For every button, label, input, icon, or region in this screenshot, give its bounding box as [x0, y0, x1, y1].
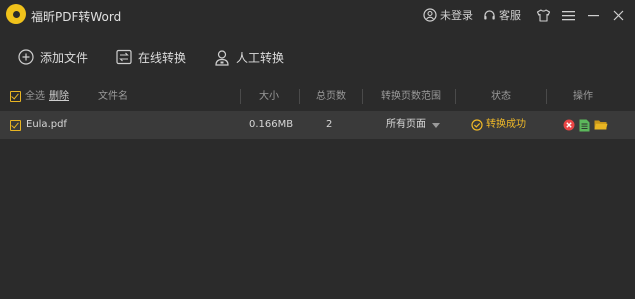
checkbox-icon — [10, 91, 21, 102]
column-header-page-range: 转换页数范围 — [381, 91, 441, 102]
column-header-actions: 操作 — [573, 91, 593, 102]
check-circle-icon — [471, 119, 483, 131]
toolbar: 添加文件 在线转换 人工转换 — [0, 38, 294, 76]
manual-convert-label: 人工转换 — [236, 50, 285, 65]
title-bar: 福昕PDF转Word 未登录 客服 — [0, 0, 635, 30]
column-header-filename: 文件名 — [98, 91, 128, 102]
customer-service-link[interactable]: 客服 — [483, 7, 521, 23]
page-range-value: 所有页面 — [386, 119, 426, 130]
table-header: 全选 删除 文件名 大小 总页数 转换页数范围 状态 操作 — [0, 86, 635, 107]
open-folder-button[interactable] — [594, 119, 608, 131]
manual-convert-button[interactable]: 人工转换 — [214, 49, 284, 66]
login-link[interactable]: 未登录 — [423, 7, 473, 23]
select-all-label: 全选 — [25, 91, 45, 102]
app-title: 福昕PDF转Word — [31, 10, 122, 24]
online-convert-label: 在线转换 — [138, 50, 187, 65]
minimize-icon — [588, 14, 599, 16]
table-row[interactable]: Eula.pdf 0.166MB 2 所有页面 转换成功 — [0, 111, 635, 139]
row-size: 0.166MB — [249, 119, 294, 130]
page-range-dropdown[interactable]: 所有页面 — [386, 111, 440, 139]
user-icon — [423, 8, 437, 22]
add-file-label: 添加文件 — [40, 50, 89, 65]
titlebar-controls: 未登录 客服 — [423, 0, 635, 30]
row-total-pages: 2 — [326, 119, 333, 130]
delete-row-button[interactable] — [563, 119, 575, 131]
person-service-icon — [215, 49, 229, 66]
close-button[interactable] — [606, 3, 631, 27]
row-checkbox[interactable] — [10, 111, 21, 139]
plus-circle-icon — [18, 49, 34, 65]
checkbox-icon — [10, 119, 21, 131]
close-icon — [613, 10, 624, 20]
select-all-checkbox[interactable]: 全选 — [10, 86, 45, 107]
add-file-button[interactable]: 添加文件 — [18, 49, 88, 66]
delete-link[interactable]: 删除 — [49, 86, 69, 107]
convert-icon — [116, 49, 132, 65]
column-divider — [299, 89, 300, 104]
headset-icon — [484, 9, 495, 19]
column-divider — [362, 89, 363, 104]
tshirt-icon — [536, 8, 551, 22]
open-document-button[interactable] — [579, 119, 590, 132]
skin-button[interactable] — [531, 3, 556, 27]
column-header-status: 状态 — [491, 91, 511, 102]
column-header-size: 大小 — [259, 91, 279, 102]
row-actions — [563, 111, 612, 139]
column-header-total-pages: 总页数 — [316, 91, 346, 102]
minimize-button[interactable] — [581, 3, 606, 27]
folder-icon — [594, 120, 608, 130]
row-filename: Eula.pdf — [26, 119, 67, 130]
caret-down-icon — [432, 122, 440, 128]
row-status: 转换成功 — [471, 111, 526, 139]
app-logo-icon — [6, 4, 26, 24]
app-window: 福昕PDF转Word 未登录 客服 添加文件 在线转换 人工转换 全选 删除 文… — [0, 0, 635, 299]
delete-icon — [563, 119, 575, 131]
online-convert-button[interactable]: 在线转换 — [116, 49, 186, 66]
service-label: 客服 — [499, 9, 521, 22]
column-divider — [455, 89, 456, 104]
menu-button[interactable] — [556, 3, 581, 27]
hamburger-menu-icon — [562, 10, 575, 20]
column-divider — [240, 89, 241, 104]
login-label: 未登录 — [440, 9, 473, 22]
row-status-label: 转换成功 — [486, 119, 526, 130]
column-divider — [546, 89, 547, 104]
document-icon — [579, 119, 590, 131]
